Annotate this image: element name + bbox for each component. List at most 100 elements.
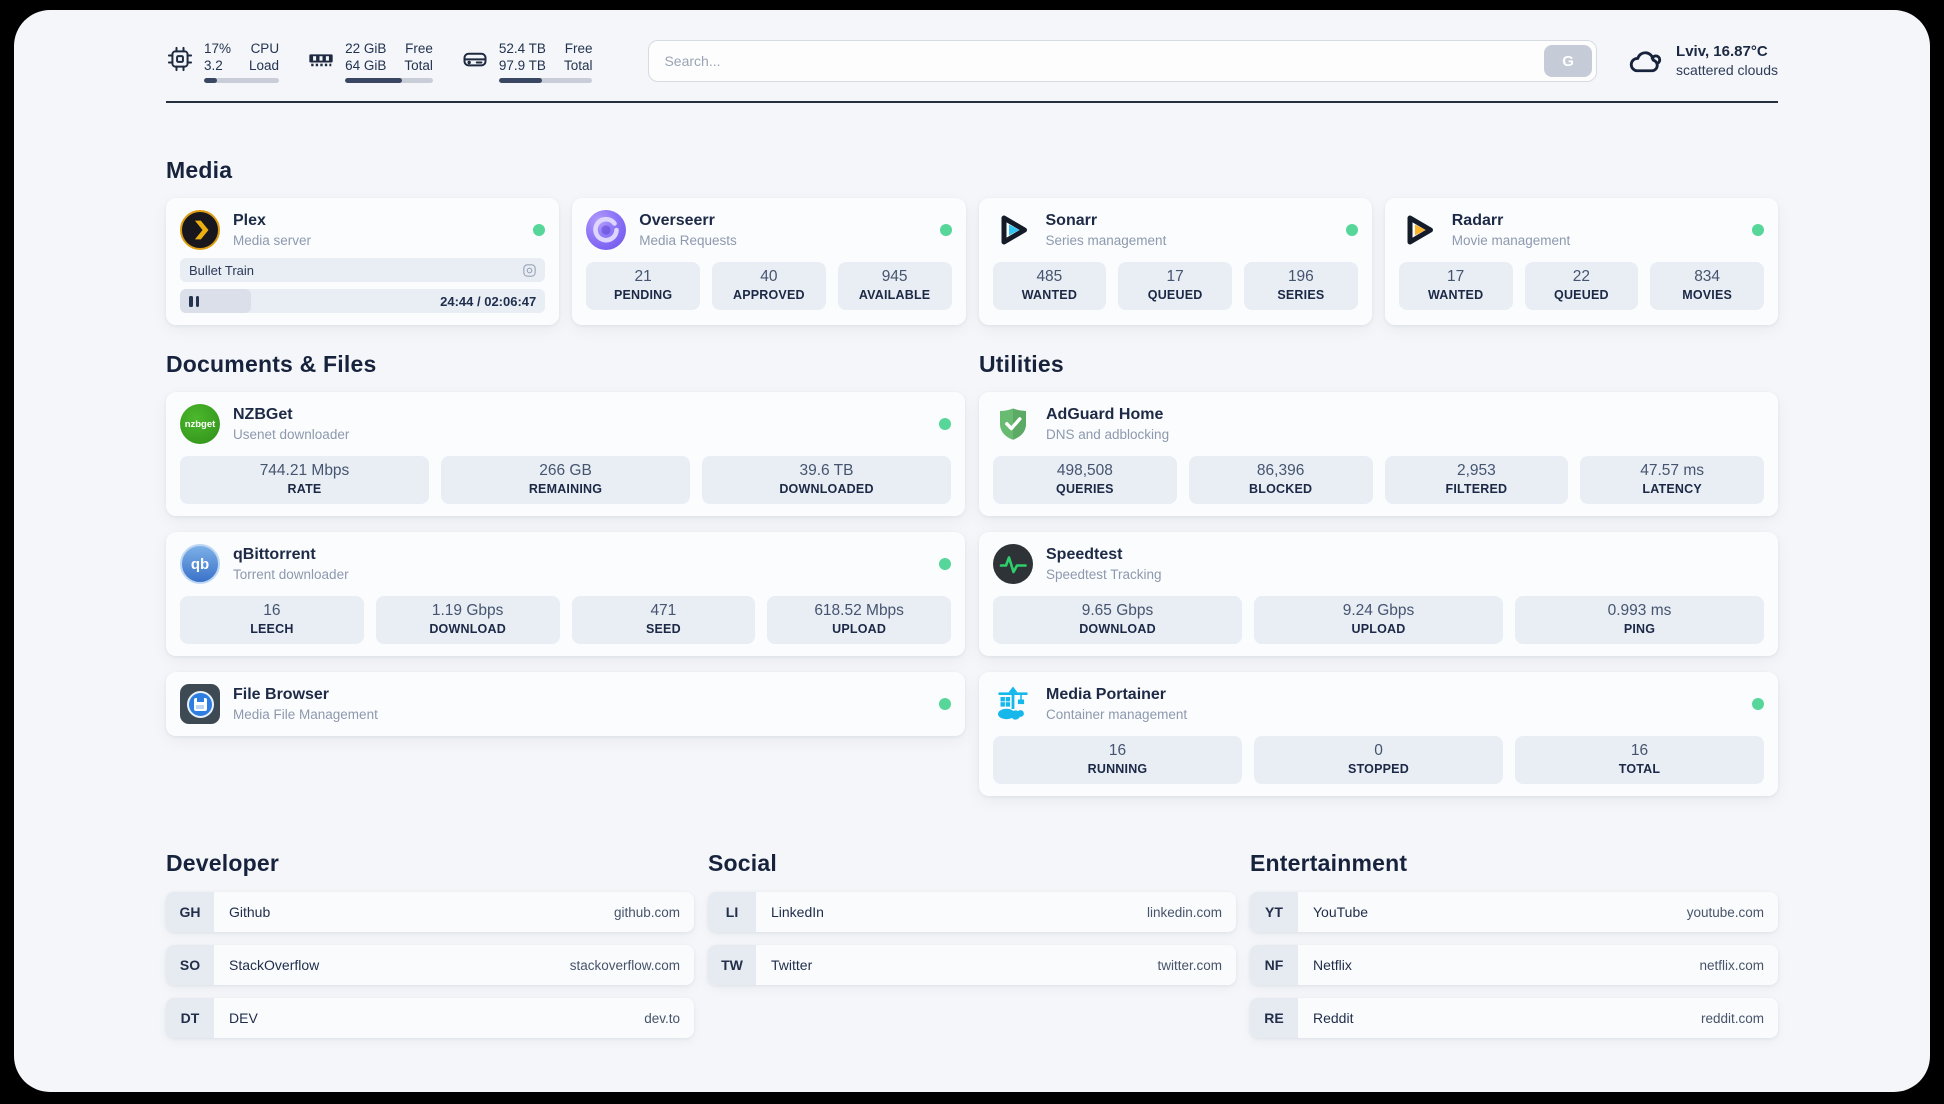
bookmark-abbr: DT: [166, 998, 214, 1038]
bookmark-abbr: NF: [1250, 945, 1298, 985]
playback-time: 24:44 / 02:06:47: [440, 293, 537, 309]
bookmark-url: reddit.com: [1700, 1010, 1764, 1026]
bookmark-name: Twitter: [771, 957, 813, 973]
bookmark-abbr: RE: [1250, 998, 1298, 1038]
bookmark-name: StackOverflow: [229, 957, 320, 973]
section-title-developer: Developer: [166, 850, 280, 876]
bookmarks-social: Social LI LinkedIn linkedin.com TW Twitt…: [708, 850, 1236, 1051]
app-card-speedtest[interactable]: Speedtest Speedtest Tracking 9.65 Gbps DO…: [979, 532, 1778, 656]
stat-seed: 471 SEED: [571, 596, 756, 644]
bookmark-url: dev.to: [644, 1010, 680, 1026]
playback-progress: 24:44 / 02:06:47: [180, 289, 546, 313]
app-card-filebrowser[interactable]: File Browser Media File Management: [166, 672, 965, 736]
bookmark-url: linkedin.com: [1146, 904, 1222, 920]
app-card-nzbget[interactable]: nzbget NZBGet Usenet downloader 744.21 M…: [166, 392, 965, 516]
bookmark-abbr: TW: [708, 945, 756, 985]
bookmark-url: youtube.com: [1686, 904, 1764, 920]
disk-free-label: Free: [564, 41, 593, 56]
app-title: qBittorrent: [233, 546, 316, 563]
bookmark-stackoverflow[interactable]: SO StackOverflow stackoverflow.com: [166, 945, 694, 985]
search-engine-button[interactable]: G: [1544, 45, 1593, 77]
status-dot: [1752, 698, 1764, 710]
memory-total: 64 GiB: [345, 58, 387, 73]
filebrowser-icon: [180, 684, 220, 724]
app-title: Media Portainer: [1046, 686, 1167, 703]
overseerr-icon: [586, 210, 627, 250]
stat-queued: 17 QUEUED: [1118, 262, 1232, 310]
dashboard-panel: 17% CPU 3.2 Load 22 GiB Free 64 GiB Tota…: [14, 10, 1930, 1092]
adguard-icon: [993, 404, 1033, 444]
stat-movies: 834 MOVIES: [1650, 262, 1764, 310]
app-title: Overseerr: [639, 212, 715, 229]
app-card-qbittorrent[interactable]: qb qBittorrent Torrent downloader 16 LEEC…: [166, 532, 965, 656]
stat-downloaded: 39.6 TB DOWNLOADED: [702, 456, 951, 504]
bookmarks-entertainment: Entertainment YT YouTube youtube.com NF …: [1250, 850, 1778, 1051]
bookmark-reddit[interactable]: RE Reddit reddit.com: [1250, 998, 1778, 1038]
status-dot: [1345, 224, 1358, 236]
bookmark-github[interactable]: GH Github github.com: [166, 892, 694, 932]
bookmarks-developer: Developer GH Github github.com SO StackO…: [166, 850, 694, 1051]
app-subtitle: Container management: [1046, 707, 1188, 722]
stat-available: 945 AVAILABLE: [837, 262, 952, 310]
bookmark-netflix[interactable]: NF Netflix netflix.com: [1250, 945, 1778, 985]
disk-total-label: Total: [563, 58, 593, 73]
bookmark-linkedin[interactable]: LI LinkedIn linkedin.com: [708, 892, 1236, 932]
bookmark-abbr: YT: [1250, 892, 1298, 932]
now-playing-title: Bullet Train: [189, 262, 255, 278]
app-card-plex[interactable]: Plex Media server Bullet Train 24:44 / 0…: [166, 198, 560, 325]
stat-queries: 498,508 QUERIES: [993, 456, 1177, 504]
app-subtitle: DNS and adblocking: [1046, 427, 1170, 442]
bookmark-url: github.com: [613, 904, 680, 920]
weather-condition: scattered clouds: [1676, 62, 1778, 78]
stat-upload: 9.24 Gbps UPLOAD: [1254, 596, 1503, 644]
memory-total-label: Total: [404, 58, 433, 73]
cloud-icon: [1629, 50, 1662, 72]
stat-download: 1.19 Gbps DOWNLOAD: [375, 596, 560, 644]
bookmark-name: LinkedIn: [771, 904, 824, 920]
disk-icon: [463, 52, 487, 67]
bookmark-youtube[interactable]: YT YouTube youtube.com: [1250, 892, 1778, 932]
app-card-portainer[interactable]: Media Portainer Container management 16 R…: [979, 672, 1778, 796]
stat-latency: 47.57 ms LATENCY: [1580, 456, 1764, 504]
bookmark-url: netflix.com: [1699, 957, 1764, 973]
stat-rate: 744.21 Mbps RATE: [180, 456, 429, 504]
bookmark-name: DEV: [229, 1010, 258, 1026]
app-subtitle: Movie management: [1451, 233, 1571, 248]
app-subtitle: Torrent downloader: [233, 567, 349, 582]
app-title: AdGuard Home: [1046, 406, 1164, 423]
ram-icon: [309, 54, 333, 67]
app-card-radarr[interactable]: Radarr Movie management 17 WANTED 22 QUEUE…: [1384, 198, 1778, 325]
stat-series: 196 SERIES: [1244, 262, 1358, 310]
bookmark-twitter[interactable]: TW Twitter twitter.com: [708, 945, 1236, 985]
stat-wanted: 17 WANTED: [1398, 262, 1513, 310]
now-playing-row: Bullet Train: [180, 258, 546, 282]
app-title: File Browser: [233, 686, 330, 703]
bookmark-url: stackoverflow.com: [569, 957, 680, 973]
speedtest-icon: [993, 544, 1033, 584]
stat-pending: 21 PENDING: [586, 262, 700, 310]
stat-queued: 22 QUEUED: [1524, 262, 1639, 310]
cpu-label: CPU: [250, 41, 280, 56]
cpu-load-label: Load: [249, 58, 280, 73]
app-card-overseerr[interactable]: Overseerr Media Requests 21 PENDING 40 APP…: [572, 198, 966, 325]
bookmark-name: Github: [229, 904, 271, 920]
bookmark-abbr: GH: [166, 892, 214, 932]
stat-upload: 618.52 Mbps UPLOAD: [767, 596, 951, 644]
section-title-utilities: Utilities: [979, 351, 1064, 377]
stat-blocked: 86,396 BLOCKED: [1188, 456, 1373, 504]
app-card-sonarr[interactable]: Sonarr Series management 485 WANTED 17 QUE…: [978, 198, 1372, 325]
header-divider: [166, 101, 1778, 103]
status-dot: [533, 224, 546, 236]
disk-free: 52.4 TB: [498, 41, 546, 56]
stat-total: 16 TOTAL: [1515, 736, 1764, 784]
nzbget-icon: nzbget: [180, 404, 220, 444]
app-card-adguard[interactable]: AdGuard Home DNS and adblocking 498,508 Q…: [979, 392, 1778, 516]
cpu-widget: 17% CPU 3.2 Load: [166, 40, 280, 83]
bookmark-name: YouTube: [1313, 904, 1369, 920]
cpu-icon: [167, 46, 193, 72]
bookmark-dev[interactable]: DT DEV dev.to: [166, 998, 694, 1038]
cpu-progress-bar: [204, 78, 280, 83]
disk-progress-bar: [498, 78, 593, 83]
app-subtitle: Media File Management: [233, 707, 378, 722]
search-input[interactable]: [648, 40, 1598, 82]
